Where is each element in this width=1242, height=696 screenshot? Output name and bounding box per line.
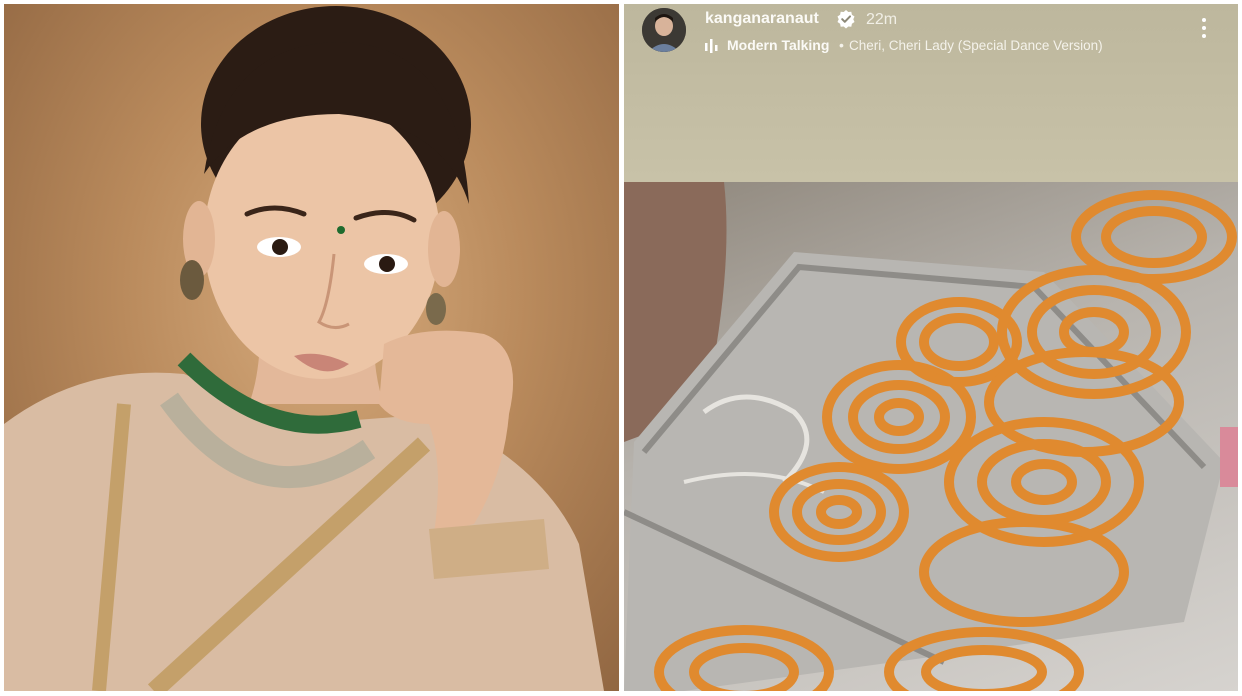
verified-badge-icon — [837, 10, 855, 29]
avatar-image — [642, 8, 686, 52]
jalebi-tray-photo — [624, 182, 1238, 691]
story-username[interactable]: kanganaranaut — [705, 10, 819, 28]
jalebi-illustration — [624, 182, 1238, 691]
story-panel: kanganaranaut 22m Modern Talking • Cheri… — [624, 4, 1238, 691]
more-vertical-icon — [1202, 18, 1206, 22]
portrait-photo — [4, 4, 619, 691]
music-separator: • — [839, 37, 844, 53]
avatar[interactable] — [642, 8, 686, 52]
music-bars-icon — [705, 39, 718, 53]
more-options-button[interactable] — [1192, 14, 1216, 48]
story-header: kanganaranaut 22m Modern Talking • Cheri… — [624, 4, 1238, 182]
portrait-illustration — [4, 6, 604, 691]
story-time: 22m — [866, 11, 898, 28]
music-track[interactable]: Cheri, Cheri Lady (Special Dance Version… — [849, 38, 1103, 53]
music-artist[interactable]: Modern Talking — [727, 37, 829, 53]
